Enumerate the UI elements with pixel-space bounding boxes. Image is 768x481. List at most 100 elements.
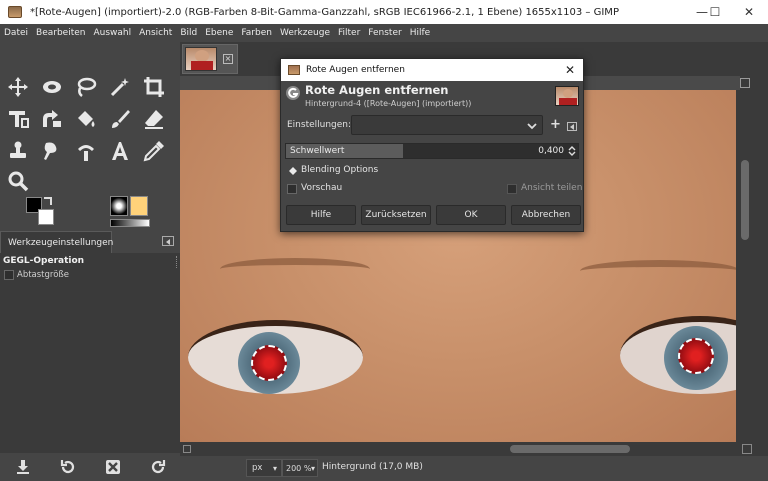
menu-fenster[interactable]: Fenster: [368, 28, 401, 38]
dialog-window-title: Rote Augen entfernen: [306, 65, 405, 75]
horizontal-scroll-thumb[interactable]: [510, 445, 630, 453]
panel-resize-handle[interactable]: [176, 256, 179, 268]
close-image-tab-icon[interactable]: ×: [223, 54, 233, 64]
left-red-pupil-selection: [251, 345, 287, 381]
configure-tab-icon[interactable]: [162, 236, 174, 246]
background-color[interactable]: [38, 209, 54, 225]
image-thumbnail: [185, 47, 217, 71]
menu-farben[interactable]: Farben: [241, 28, 272, 38]
tool-options-panel: GEGL-Operation Abtastgröße: [0, 253, 180, 453]
smudge-icon[interactable]: [37, 136, 67, 166]
tool-options-tab[interactable]: Werkzeugeinstellungen: [0, 231, 114, 253]
transform-icon[interactable]: [3, 104, 33, 134]
menu-ansicht[interactable]: Ansicht: [139, 28, 172, 38]
blending-expander-icon[interactable]: [289, 167, 297, 175]
reset-options-icon[interactable]: [149, 458, 167, 476]
dialog-header-title: Rote Augen entfernen: [305, 83, 449, 97]
sample-size-checkbox[interactable]: [4, 270, 14, 280]
unit-value: px: [252, 463, 263, 473]
right-eyebrow: [580, 260, 736, 282]
ok-button[interactable]: OK: [436, 205, 506, 225]
status-bar: px ▾ 200 % ▾ Hintergrund (17,0 MB): [180, 456, 768, 481]
gegl-icon: [285, 85, 301, 101]
move-tool-icon[interactable]: [3, 72, 33, 102]
menu-hilfe[interactable]: Hilfe: [410, 28, 430, 38]
blending-options-label[interactable]: Blending Options: [301, 165, 378, 175]
menu-bild[interactable]: Bild: [180, 28, 197, 38]
settings-dropdown[interactable]: [351, 115, 543, 135]
threshold-value: 0,400: [538, 146, 564, 156]
navigate-image-icon[interactable]: [742, 444, 752, 454]
menu-bar: Datei Bearbeiten Auswahl Ansicht Bild Eb…: [0, 24, 768, 42]
dialog-header-subtitle: Hintergrund-4 ([Rote-Augen] (importiert)…: [305, 99, 472, 108]
right-eye: [620, 316, 736, 394]
gradient-preview[interactable]: [110, 219, 150, 227]
help-button[interactable]: Hilfe: [286, 205, 356, 225]
fg-bg-colors[interactable]: [26, 197, 60, 227]
threshold-label: Schwellwert: [290, 146, 345, 156]
dodge-burn-icon[interactable]: [71, 136, 101, 166]
vertical-scroll-thumb[interactable]: [741, 160, 749, 240]
image-tab[interactable]: ×: [182, 44, 238, 74]
zoom-icon[interactable]: [3, 166, 33, 196]
tool-options-tab-label: Werkzeugeinstellungen: [8, 237, 114, 248]
brush-preview-icon[interactable]: [110, 196, 128, 216]
window-title-bar: *[Rote-Augen] (importiert)-2.0 (RGB-Farb…: [0, 0, 768, 24]
zoom-selector[interactable]: 200 % ▾: [282, 459, 318, 477]
eraser-icon[interactable]: [139, 104, 169, 134]
chevron-down-icon: [527, 123, 537, 130]
close-button[interactable]: ✕: [730, 0, 768, 24]
unit-selector[interactable]: px ▾: [246, 459, 282, 477]
cancel-button[interactable]: Abbrechen: [511, 205, 581, 225]
horizontal-scrollbar[interactable]: [180, 442, 740, 456]
settings-label: Einstellungen:: [287, 120, 352, 130]
left-eyebrow: [220, 258, 370, 280]
left-eye: [188, 320, 363, 394]
preview-checkbox[interactable]: [287, 184, 297, 194]
left-iris: [238, 332, 300, 394]
maximize-button[interactable]: ☐: [700, 0, 730, 24]
split-view-checkbox[interactable]: [507, 184, 517, 194]
zoom-value: 200 %: [286, 463, 312, 473]
menu-werkzeuge[interactable]: Werkzeuge: [280, 28, 330, 38]
dialog-close-button[interactable]: ✕: [565, 63, 575, 77]
window-title: *[Rote-Augen] (importiert)-2.0 (RGB-Farb…: [30, 6, 619, 18]
color-picker-icon[interactable]: [139, 136, 169, 166]
layer-thumbnail: [555, 86, 579, 106]
threshold-slider[interactable]: Schwellwert 0,400: [285, 143, 579, 159]
clone-stamp-icon[interactable]: [3, 136, 33, 166]
restore-options-icon[interactable]: [59, 458, 77, 476]
gimp-app-icon: [8, 6, 22, 18]
bucket-fill-icon[interactable]: [71, 104, 101, 134]
swap-colors-icon[interactable]: [44, 197, 52, 205]
reset-button[interactable]: Zurücksetzen: [361, 205, 431, 225]
quick-mask-toggle-icon[interactable]: [183, 445, 191, 453]
crop-icon[interactable]: [139, 72, 169, 102]
layer-info: Hintergrund (17,0 MB): [322, 462, 423, 472]
sample-size-label: Abtastgröße: [17, 270, 70, 280]
canvas-config-icon[interactable]: [740, 78, 750, 88]
lasso-icon[interactable]: [71, 72, 101, 102]
vertical-scrollbar[interactable]: [738, 90, 752, 442]
delete-options-icon[interactable]: [104, 458, 122, 476]
warp-transform-icon[interactable]: [37, 104, 67, 134]
menu-filter[interactable]: Filter: [338, 28, 360, 38]
menu-ebene[interactable]: Ebene: [205, 28, 233, 38]
preset-menu-icon[interactable]: [567, 122, 577, 131]
chevron-down-icon: ▾: [310, 463, 315, 473]
gegl-operation-label: GEGL-Operation: [3, 256, 85, 266]
red-eye-removal-dialog: Rote Augen entfernen ✕ Rote Augen entfer…: [280, 58, 584, 232]
right-red-pupil-selection: [678, 338, 714, 374]
add-preset-button[interactable]: +: [550, 117, 561, 132]
menu-auswahl[interactable]: Auswahl: [93, 28, 131, 38]
spin-arrows-icon[interactable]: [568, 145, 576, 157]
save-options-icon[interactable]: [14, 458, 32, 476]
magic-wand-icon[interactable]: [105, 72, 135, 102]
menu-datei[interactable]: Datei: [4, 28, 28, 38]
text-tool-icon[interactable]: [105, 136, 135, 166]
ellipse-select-icon[interactable]: [37, 72, 67, 102]
pattern-preview-icon[interactable]: [130, 196, 148, 216]
menu-bearbeiten[interactable]: Bearbeiten: [36, 28, 85, 38]
paintbrush-icon[interactable]: [105, 104, 135, 134]
toolbox-bottom-bar: [0, 453, 180, 481]
